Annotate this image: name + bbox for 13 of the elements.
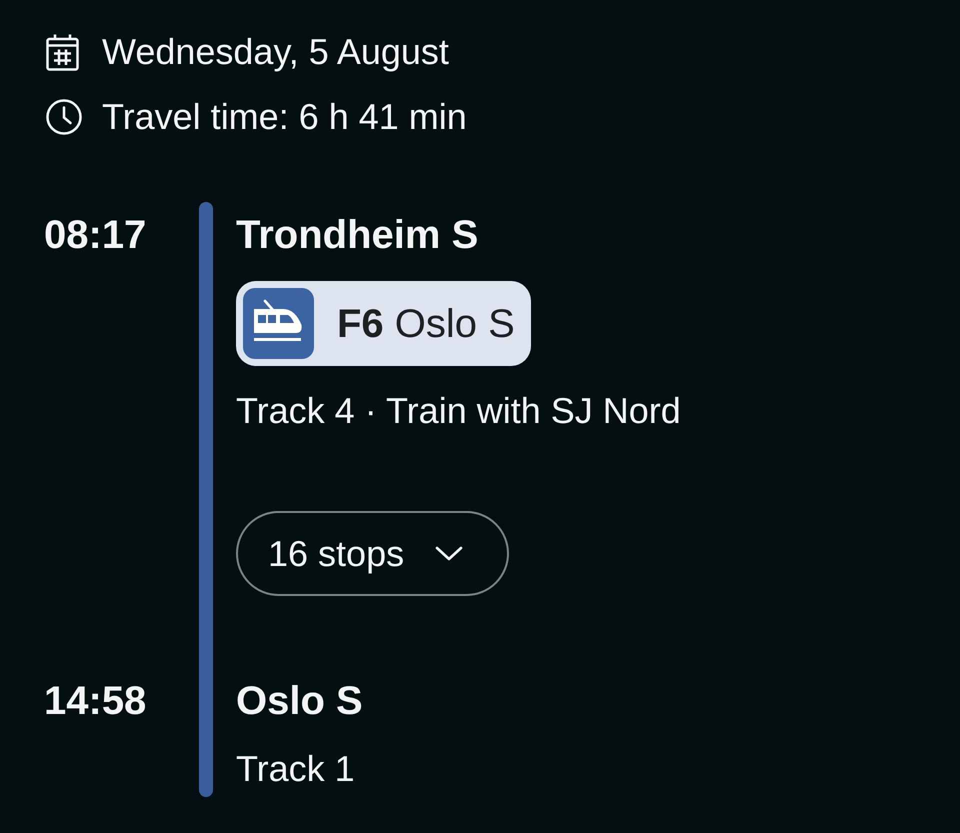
- platform-info: Track 4 · Train with SJ Nord: [236, 391, 681, 431]
- track-text: Track 1: [236, 749, 356, 789]
- station-name: Trondheim S: [236, 212, 480, 258]
- travel-time-text: Travel time: 6 h 41 min: [102, 97, 467, 137]
- clock-icon: [46, 99, 82, 135]
- arrival-time: 14:58: [44, 678, 148, 724]
- station-name: Oslo S: [236, 678, 364, 724]
- service-name: F6 Oslo S: [337, 300, 515, 346]
- departure-time: 08:17: [44, 212, 148, 258]
- train-icon: [243, 288, 314, 359]
- date-text: Wednesday, 5 August: [102, 32, 449, 72]
- calendar-icon: [46, 34, 79, 70]
- stops-button[interactable]: 16 stops: [236, 511, 510, 596]
